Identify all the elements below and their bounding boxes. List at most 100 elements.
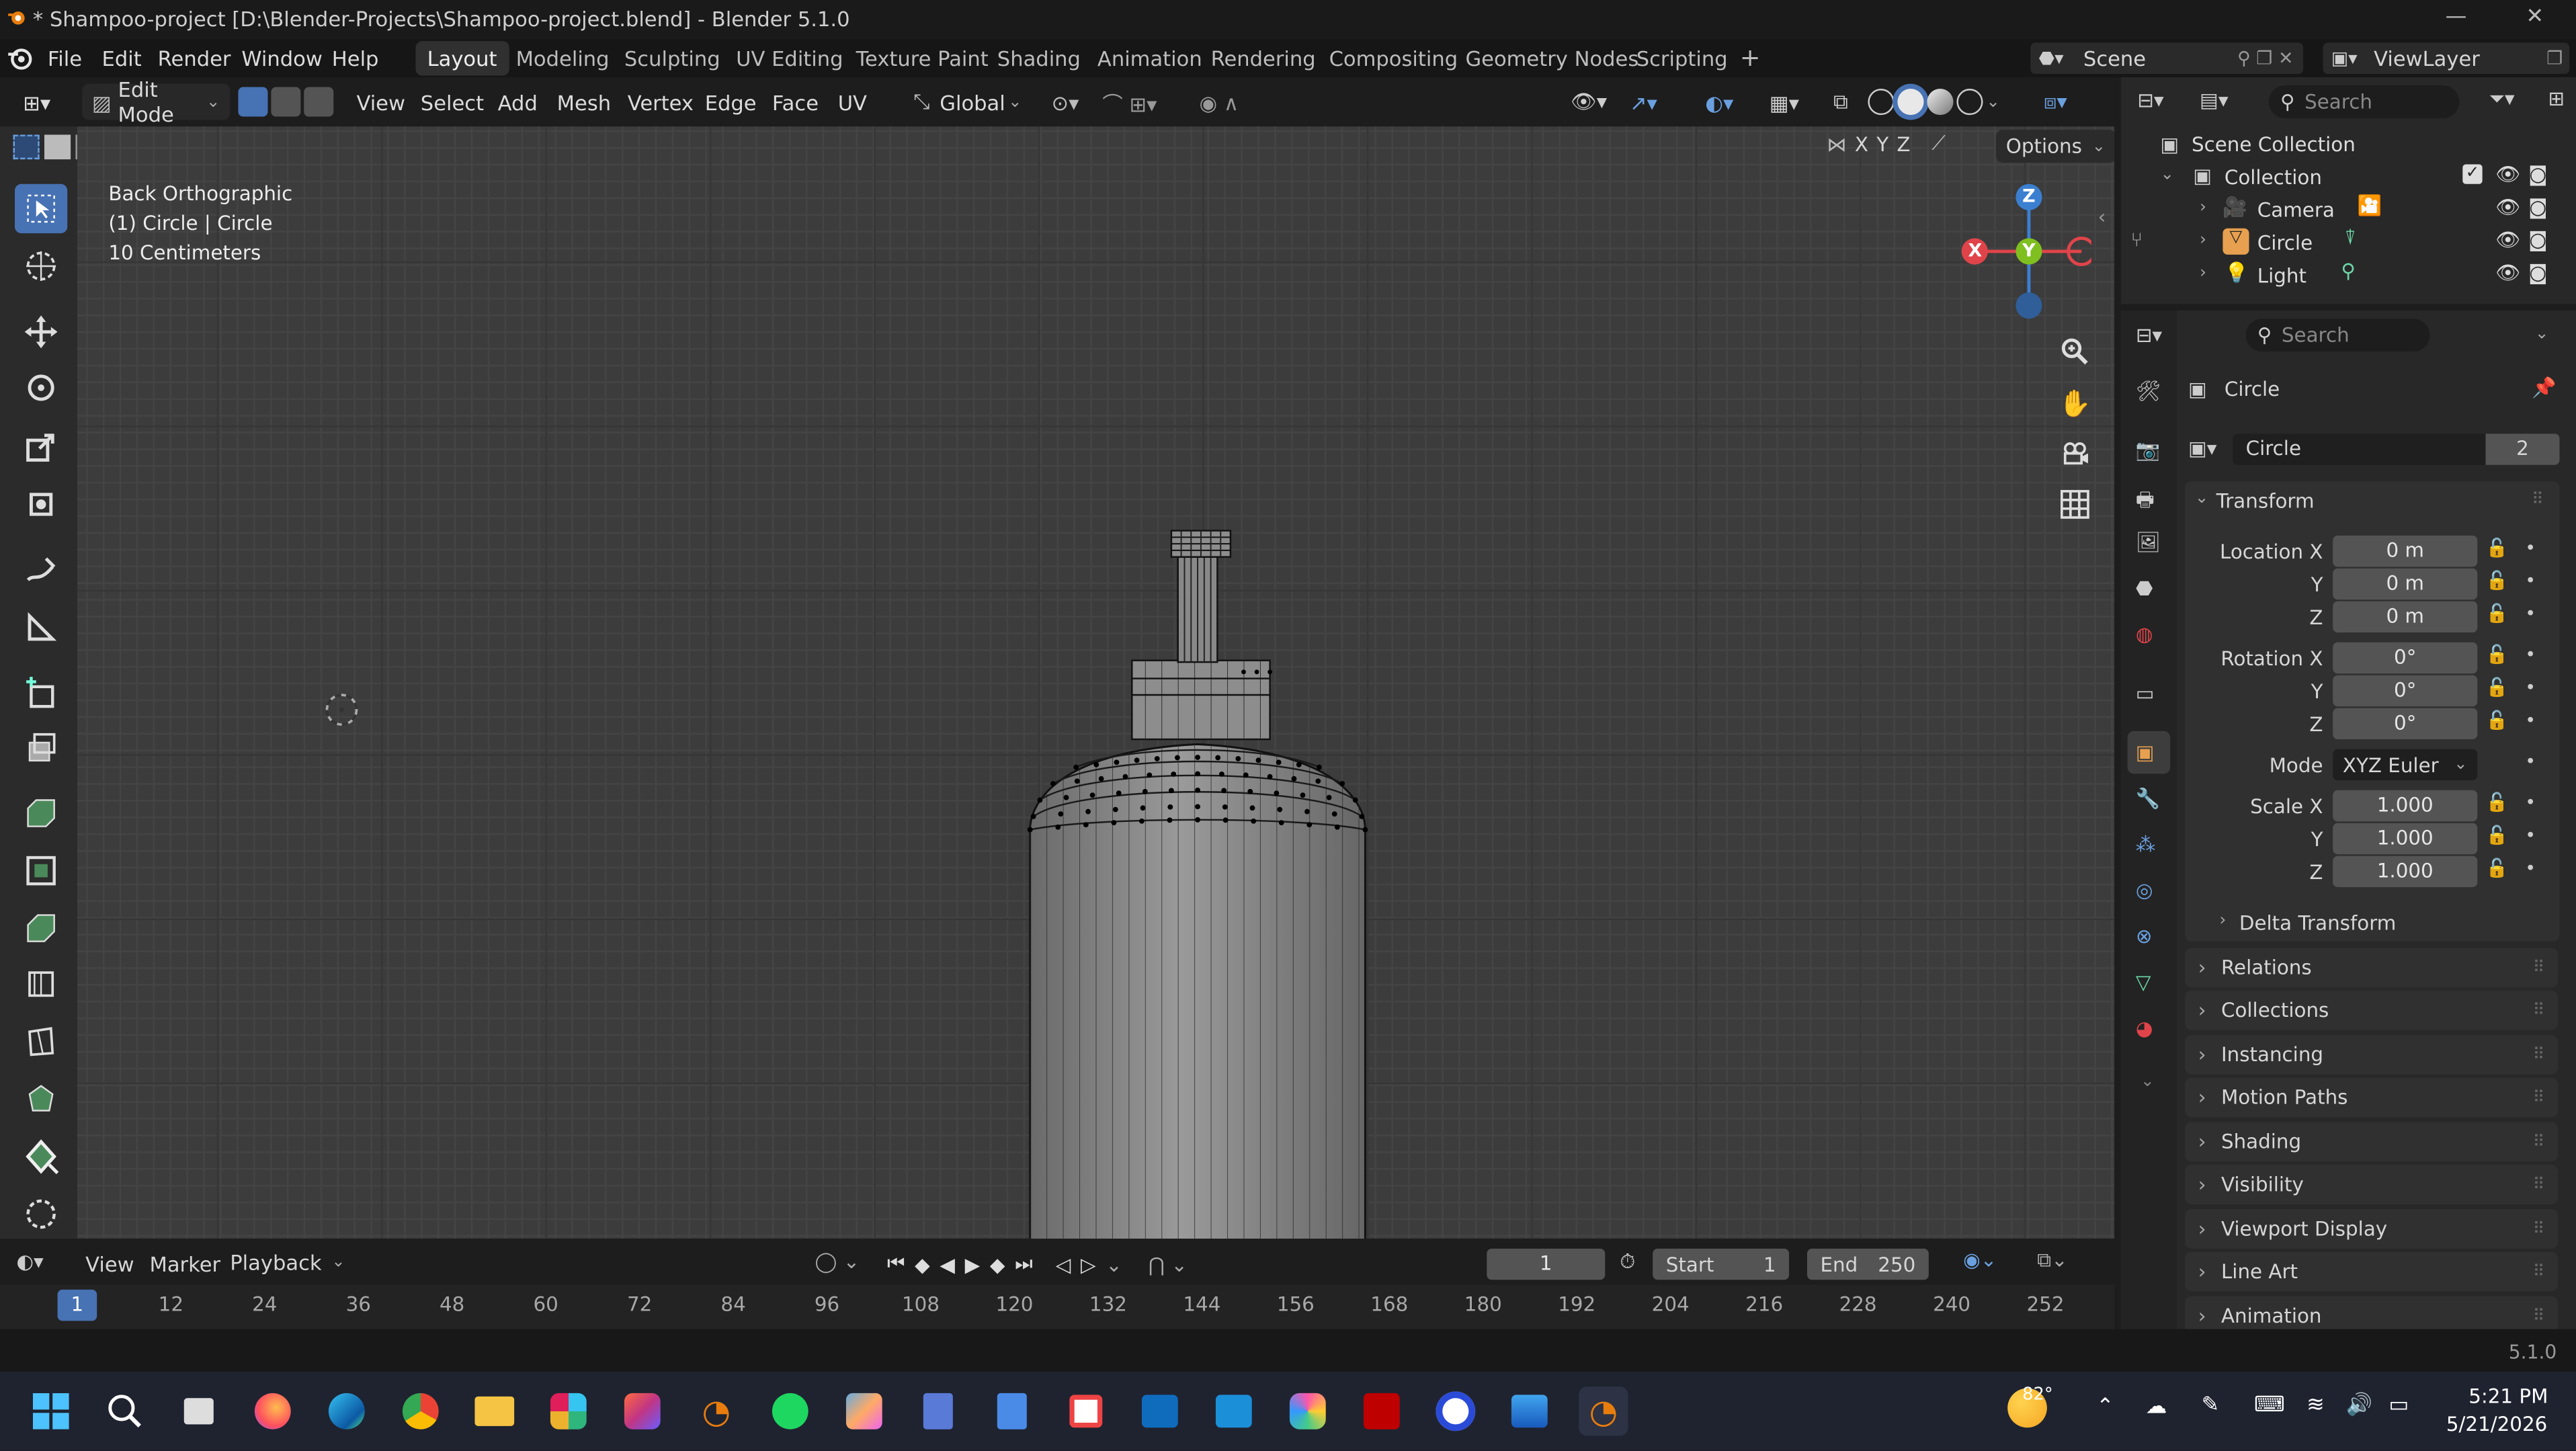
- options-dropdown[interactable]: Options ⌄: [1996, 130, 2115, 163]
- tab-animation[interactable]: Animation: [1086, 41, 1214, 75]
- render-tab-icon[interactable]: 📷: [2136, 439, 2161, 462]
- collection-tab-icon[interactable]: ▭: [2136, 681, 2155, 704]
- loop-cut-tool[interactable]: [15, 903, 67, 952]
- current-frame-field[interactable]: 1: [1487, 1248, 1606, 1280]
- tab-sculpting[interactable]: Sculpting: [613, 41, 732, 75]
- scale-tool[interactable]: [15, 422, 67, 471]
- menu-window[interactable]: Window: [241, 46, 323, 71]
- outliner-item-light[interactable]: Light: [2257, 265, 2307, 288]
- tool-tab-icon[interactable]: 🛠: [2136, 380, 2161, 403]
- firefox-icon[interactable]: [248, 1386, 297, 1436]
- search-icon[interactable]: [100, 1386, 149, 1436]
- drag-handle-icon[interactable]: ⠿: [2533, 1088, 2545, 1106]
- drag-handle-icon[interactable]: ⠿: [2533, 1175, 2545, 1194]
- clock-icon[interactable]: ⏱: [1620, 1250, 1635, 1275]
- playback-dropdown[interactable]: Playback ⌄: [230, 1247, 345, 1278]
- lock-icon[interactable]: 🔓: [2486, 644, 2508, 665]
- menu-edge[interactable]: Edge: [695, 84, 766, 120]
- output-tab-icon[interactable]: 🖶: [2136, 485, 2155, 519]
- keyframe-dot-icon[interactable]: •: [2525, 644, 2536, 665]
- outliner-editor-icon[interactable]: ⊟▾: [2137, 89, 2163, 112]
- menu-mesh[interactable]: Mesh: [547, 84, 621, 120]
- chrome-icon[interactable]: [396, 1386, 445, 1436]
- render-camera-icon[interactable]: ◙: [2528, 196, 2547, 218]
- collapse-icon[interactable]: ⌄: [2161, 166, 2175, 184]
- snap-icon[interactable]: ⌒ ⊞▾: [1093, 84, 1167, 120]
- edge-icon[interactable]: [322, 1386, 371, 1436]
- tab-layout[interactable]: Layout: [415, 41, 509, 76]
- rendered-shading-icon[interactable]: [1956, 89, 1983, 116]
- tab-uv-editing[interactable]: UV Editing: [724, 41, 855, 75]
- smooth-tool[interactable]: [15, 1132, 67, 1181]
- drag-handle-icon[interactable]: ⠿: [2533, 958, 2545, 977]
- mesh-overlay-icon[interactable]: ▦▾: [1759, 84, 1809, 120]
- mirror-z-button[interactable]: Z: [1897, 132, 1910, 155]
- tab-compositing[interactable]: Compositing: [1317, 41, 1469, 75]
- menu-file[interactable]: File: [48, 46, 82, 71]
- copilot-icon[interactable]: [1283, 1386, 1332, 1436]
- panel-visibility[interactable]: › Visibility ⠿: [2185, 1165, 2559, 1204]
- chevron-down-icon[interactable]: ⌄: [1106, 1253, 1122, 1276]
- lock-icon[interactable]: 🔓: [2486, 792, 2508, 813]
- 3d-viewport[interactable]: Back Orthographic (1) Circle | Circle 10…: [77, 126, 2115, 1239]
- timeline-menu-marker[interactable]: Marker: [149, 1252, 220, 1277]
- tab-shading[interactable]: Shading: [986, 41, 1092, 75]
- lock-icon[interactable]: 🔓: [2486, 570, 2508, 591]
- transform-tool[interactable]: [15, 480, 67, 529]
- file-explorer-icon[interactable]: [470, 1386, 519, 1436]
- creative-cloud-icon[interactable]: [618, 1386, 667, 1436]
- mode-dropdown[interactable]: ▨ Edit Mode ⌄: [82, 77, 231, 126]
- wireframe-shading-icon[interactable]: [1868, 89, 1895, 116]
- render-camera-icon[interactable]: ◙: [2528, 261, 2547, 284]
- visibility-eye-icon[interactable]: 👁: [2495, 229, 2520, 251]
- expand-icon[interactable]: ›: [2220, 912, 2227, 930]
- panel-viewport-display[interactable]: › Viewport Display ⠿: [2185, 1209, 2559, 1249]
- scale-y-field[interactable]: 1.000: [2333, 823, 2478, 855]
- next-keyframe-icon[interactable]: ◆: [990, 1253, 1005, 1276]
- grid-toggle-icon[interactable]: [2055, 485, 2095, 524]
- expand-icon[interactable]: ›: [2200, 232, 2206, 250]
- prev-keyframe-icon[interactable]: ◆: [915, 1253, 930, 1276]
- close-button[interactable]: ✕: [2502, 5, 2568, 34]
- render-camera-icon[interactable]: ◙: [2528, 229, 2547, 251]
- sidebar-toggle-icon[interactable]: ⧈▾: [2034, 84, 2077, 120]
- end-frame-field[interactable]: End 250: [1806, 1248, 1929, 1280]
- battery-icon[interactable]: ▭: [2388, 1393, 2409, 1418]
- menu-add[interactable]: Add: [488, 84, 547, 120]
- start-frame-field[interactable]: Start 1: [1653, 1248, 1790, 1280]
- vertex-select-icon[interactable]: [238, 87, 268, 117]
- render-camera-icon[interactable]: ◙: [2528, 163, 2547, 185]
- drag-handle-icon[interactable]: ⠿: [2532, 491, 2544, 509]
- wifi-icon[interactable]: ≋: [2307, 1393, 2325, 1418]
- mirror-y-button[interactable]: Y: [1876, 132, 1888, 155]
- orientation-dropdown[interactable]: ⤡ Global ⌄: [903, 84, 1032, 120]
- lock-icon[interactable]: 🔓: [2486, 537, 2508, 558]
- object-name-field[interactable]: Circle: [2233, 433, 2486, 465]
- chevron-down-icon[interactable]: ⌄: [1986, 93, 2000, 111]
- knife-tool[interactable]: [15, 960, 67, 1009]
- rotation-z-field[interactable]: 0°: [2333, 708, 2478, 740]
- view-layer-tab-icon[interactable]: 🖼: [2136, 531, 2161, 554]
- location-z-field[interactable]: 0 m: [2333, 601, 2478, 633]
- blender-running-icon[interactable]: ◔: [1579, 1386, 1628, 1436]
- pivot-icon[interactable]: ⊙▾: [1042, 84, 1089, 120]
- scene-actions-icon[interactable]: ⚲ ❐ ✕: [2237, 48, 2293, 69]
- camera-view-icon[interactable]: [2055, 433, 2095, 473]
- keyframe-dot-icon[interactable]: •: [2525, 677, 2536, 698]
- snipping-tool-icon[interactable]: [1061, 1386, 1110, 1436]
- word-icon[interactable]: [1505, 1386, 1554, 1436]
- drag-handle-icon[interactable]: ⠿: [2533, 1001, 2545, 1020]
- data-tab-icon[interactable]: ▽: [2136, 971, 2151, 994]
- keyframe-dot-icon[interactable]: •: [2525, 792, 2536, 813]
- volume-icon[interactable]: 🔊: [2346, 1393, 2373, 1418]
- object-browse-icon[interactable]: ▣▾: [2188, 437, 2216, 460]
- select-box-tool[interactable]: [15, 183, 68, 234]
- drag-handle-icon[interactable]: ⠿: [2533, 1307, 2545, 1325]
- world-tab-icon[interactable]: ◍: [2136, 622, 2153, 645]
- inset-tool[interactable]: [15, 788, 67, 837]
- view-layer-actions-icon[interactable]: ❐: [2546, 48, 2563, 69]
- windows-start-icon[interactable]: [26, 1386, 75, 1436]
- scene-tab-icon[interactable]: ⬣: [2136, 577, 2153, 599]
- physics-tab-icon[interactable]: ◎: [2136, 879, 2153, 902]
- keyframe-dot-icon[interactable]: •: [2525, 537, 2536, 558]
